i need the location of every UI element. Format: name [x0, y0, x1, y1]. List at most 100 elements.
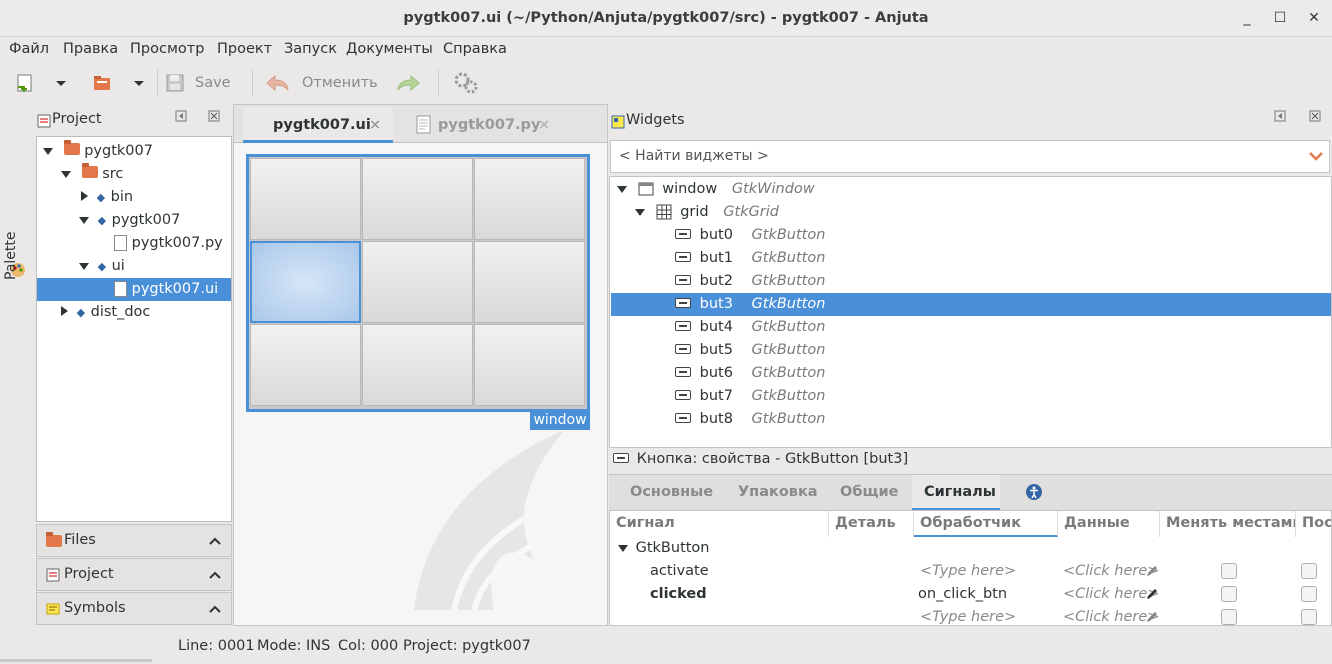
grid-button-but2[interactable] [474, 158, 585, 240]
swap-checkbox[interactable] [1221, 586, 1237, 602]
menu-project[interactable]: Проект [217, 41, 272, 57]
grid-button-but3-selected[interactable] [250, 241, 361, 323]
signal-handler-input[interactable]: <Type here> [920, 606, 1016, 625]
pin-icon[interactable] [175, 110, 187, 122]
widget-row-grid[interactable]: grid GtkGrid [611, 201, 1331, 224]
tree-item-pygtk007-py[interactable]: pygtk007.py [114, 232, 223, 255]
column-signal[interactable]: Сигнал [610, 511, 829, 537]
column-after[interactable]: Пос [1296, 511, 1331, 537]
pencil-icon[interactable] [1145, 587, 1159, 601]
tab-common[interactable]: Общие [840, 475, 898, 511]
expander-down-icon[interactable] [635, 209, 645, 216]
expander-right-icon[interactable] [61, 306, 68, 316]
open-dropdown-button[interactable] [132, 69, 146, 97]
close-button[interactable]: ✕ [1297, 0, 1331, 37]
tab-packing[interactable]: Упаковка [738, 475, 818, 511]
signal-group-gtkbutton[interactable]: GtkButton [618, 537, 710, 560]
widget-row-but6[interactable]: but6 GtkButton [611, 362, 1331, 385]
expander-down-icon[interactable] [618, 545, 628, 552]
close-icon[interactable] [1309, 110, 1321, 122]
tab-pygtk007-py[interactable]: pygtk007.py × [404, 107, 554, 143]
expander-down-icon[interactable] [79, 263, 89, 270]
close-icon[interactable] [208, 110, 220, 122]
grid-button-but7[interactable] [362, 324, 473, 406]
widget-row-but4[interactable]: but4 GtkButton [611, 316, 1331, 339]
tab-close-icon[interactable]: × [538, 107, 550, 143]
folder-icon [63, 140, 80, 155]
menu-run[interactable]: Запуск [284, 41, 337, 57]
redo-button[interactable] [396, 69, 422, 97]
tab-pygtk007-ui[interactable]: pygtk007.ui × [243, 107, 393, 143]
tree-item-bin[interactable]: ◆ bin [81, 186, 133, 209]
pin-icon[interactable] [1274, 110, 1286, 122]
menu-documents[interactable]: Документы [346, 41, 433, 57]
palette-tab[interactable]: Palette [0, 104, 34, 626]
grid-button-but0[interactable] [250, 158, 361, 240]
tree-item-pygtk007-ui[interactable]: pygtk007.ui [37, 278, 231, 301]
expander-down-icon[interactable] [61, 171, 71, 178]
maximize-button[interactable]: ☐ [1263, 0, 1297, 37]
undo-button[interactable]: Отменить [264, 69, 378, 97]
save-button[interactable]: Save [164, 69, 231, 97]
tree-item-pygtk007[interactable]: pygtk007 [43, 140, 153, 163]
expander-down-icon[interactable] [43, 148, 53, 155]
menu-edit[interactable]: Правка [63, 41, 118, 57]
minimize-button[interactable]: _ [1230, 0, 1264, 37]
pencil-icon[interactable] [1145, 610, 1159, 624]
after-checkbox[interactable] [1301, 609, 1317, 625]
widget-row-but1[interactable]: but1 GtkButton [611, 247, 1331, 270]
tree-item-src[interactable]: src [61, 163, 123, 186]
column-handler[interactable]: Обработчик [914, 511, 1058, 537]
files-dock-button[interactable]: Files [36, 524, 232, 557]
tree-item-ui[interactable]: ◆ ui [79, 255, 125, 278]
after-checkbox[interactable] [1301, 563, 1317, 579]
expander-down-icon[interactable] [617, 186, 627, 193]
column-swap[interactable]: Менять местами [1160, 511, 1296, 537]
widget-row-but2[interactable]: but2 GtkButton [611, 270, 1331, 293]
widget-row-but8[interactable]: but8 GtkButton [611, 408, 1331, 431]
tab-close-icon[interactable]: × [369, 107, 381, 143]
after-checkbox[interactable] [1301, 586, 1317, 602]
project-dock-button[interactable]: Project [36, 558, 232, 591]
widget-row-but7[interactable]: but7 GtkButton [611, 385, 1331, 408]
accessibility-icon[interactable] [1025, 483, 1043, 501]
tab-signals[interactable]: Сигналы [912, 475, 1000, 511]
signal-handler-input[interactable]: on_click_btn [918, 583, 1007, 606]
widget-row-but5[interactable]: but5 GtkButton [611, 339, 1331, 362]
tree-item-dist-doc[interactable]: ◆ dist_doc [61, 301, 150, 324]
project-panel-title: Project [52, 111, 102, 127]
expander-down-icon[interactable] [79, 217, 89, 224]
menu-file[interactable]: Файл [9, 41, 49, 57]
pencil-icon[interactable] [1145, 564, 1159, 578]
title-bar: pygtk007.ui (~/Python/Anjuta/pygtk007/sr… [0, 0, 1332, 37]
expander-right-icon[interactable] [81, 191, 88, 201]
menu-help[interactable]: Справка [443, 41, 507, 57]
widget-row-window[interactable]: window GtkWindow [611, 178, 1331, 201]
swap-checkbox[interactable] [1221, 563, 1237, 579]
save-icon [166, 74, 184, 92]
tab-general[interactable]: Основные [630, 475, 713, 511]
grid-button-but8[interactable] [474, 324, 585, 406]
swap-checkbox[interactable] [1221, 609, 1237, 625]
status-line: Line: 0001 [178, 638, 255, 654]
grid-button-but1[interactable] [362, 158, 473, 240]
menu-view[interactable]: Просмотр [130, 41, 204, 57]
column-detail[interactable]: Деталь [829, 511, 914, 537]
grid-button-but4[interactable] [362, 241, 473, 323]
widget-row-but3[interactable]: but3 GtkButton [611, 293, 1331, 316]
open-button[interactable] [91, 69, 113, 97]
widget-row-but0[interactable]: but0 GtkButton [611, 224, 1331, 247]
widget-search-input[interactable]: < Найти виджеты > [610, 140, 1330, 173]
tree-item-pygtk007-target[interactable]: ◆ pygtk007 [79, 209, 180, 232]
window-tag[interactable]: window [530, 410, 590, 430]
new-dropdown-button[interactable] [54, 69, 68, 97]
column-data[interactable]: Данные [1058, 511, 1160, 537]
symbols-dock-button[interactable]: Symbols [36, 592, 232, 625]
chevron-down-icon[interactable] [1308, 151, 1324, 163]
signal-handler-input[interactable]: <Type here> [920, 560, 1016, 583]
grid-button-but6[interactable] [250, 324, 361, 406]
button-widget-icon [675, 344, 691, 354]
new-button[interactable] [14, 69, 36, 97]
grid-button-but5[interactable] [474, 241, 585, 323]
preferences-button[interactable] [452, 69, 480, 97]
